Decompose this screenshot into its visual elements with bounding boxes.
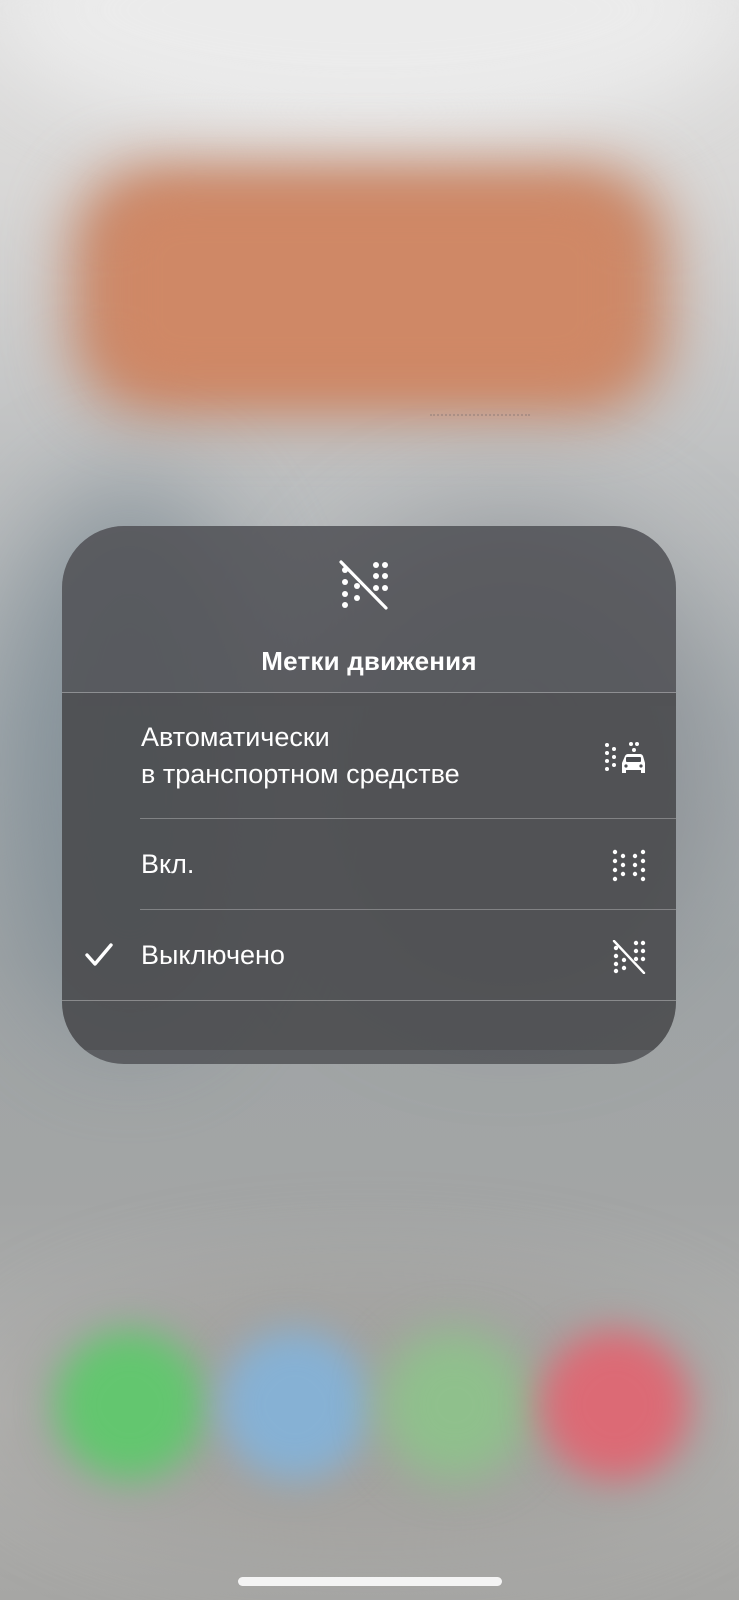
home-indicator[interactable] [238,1577,502,1586]
blurred-dock-app-blue [220,1330,370,1480]
motion-cues-off-icon [612,940,646,974]
blurred-dock-app-phone [55,1330,205,1480]
option-label-line1: Автоматически [141,722,330,752]
option-on[interactable]: Вкл. [62,819,676,909]
option-label: Автоматически в транспортном средстве [141,719,460,793]
option-label: Выключено [141,940,285,970]
bottom-separator [62,1000,676,1001]
blurred-dock-app-music [540,1330,690,1480]
menu-header [62,526,676,706]
blurred-widget-core [110,190,630,390]
faint-dots [430,414,530,419]
checkmark-icon [85,943,113,966]
background-blur-top [0,0,739,140]
motion-cues-on-icon [612,849,646,882]
option-label-line2: в транспортном средстве [141,759,460,789]
motion-cues-menu: Метки движения Автоматически в транспорт… [62,526,676,1064]
option-off[interactable]: Выключено [62,910,676,1000]
option-automatic-in-vehicle[interactable]: Автоматически в транспортном средстве [62,693,676,819]
motion-cues-off-icon [339,560,388,610]
option-label: Вкл. [141,849,195,879]
blurred-dock-app-messages [380,1330,530,1480]
motion-cues-vehicle-icon [605,742,645,773]
menu-title: Метки движения [261,646,477,676]
